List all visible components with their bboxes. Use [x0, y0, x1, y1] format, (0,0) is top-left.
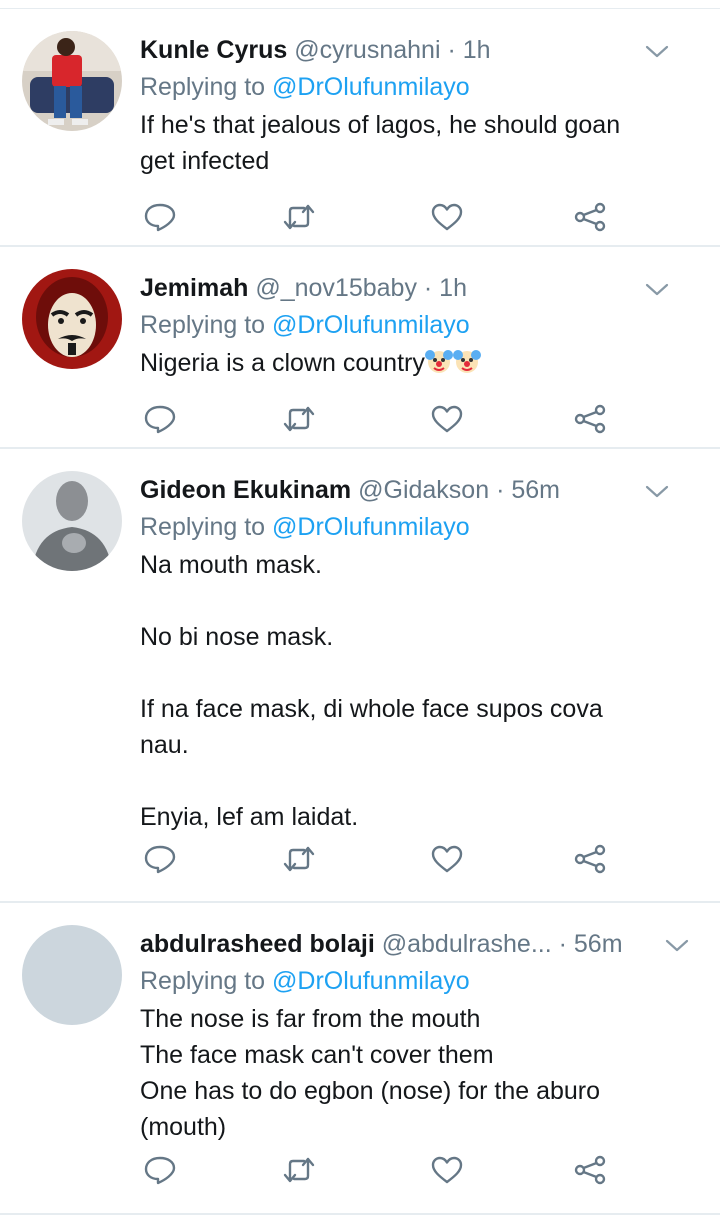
- avatar[interactable]: [22, 269, 122, 369]
- clown-face-icon: [452, 350, 481, 373]
- display-name[interactable]: abdulrasheed bolaji: [140, 930, 375, 958]
- timestamp[interactable]: · 1h: [424, 274, 467, 302]
- retweet-icon[interactable]: [282, 844, 316, 874]
- retweet-icon[interactable]: [282, 202, 316, 232]
- chevron-down-icon[interactable]: [644, 483, 670, 501]
- share-icon[interactable]: [573, 1155, 607, 1185]
- replying-to: Replying to @DrOlufunmilayo: [140, 311, 470, 339]
- chevron-down-icon[interactable]: [664, 937, 690, 955]
- tweet[interactable]: Jemimah @_nov15baby · 1h Replying to @Dr…: [0, 247, 720, 449]
- mention-link[interactable]: @DrOlufunmilayo: [272, 73, 470, 101]
- timestamp[interactable]: · 56m: [559, 930, 623, 958]
- like-icon[interactable]: [430, 844, 464, 874]
- replying-to: Replying to @DrOlufunmilayo: [140, 967, 470, 995]
- timestamp[interactable]: · 1h: [447, 36, 490, 64]
- retweet-icon[interactable]: [282, 1155, 316, 1185]
- reply-icon[interactable]: [143, 844, 177, 874]
- tweet-text: Nigeria is a clown country: [140, 345, 700, 381]
- avatar[interactable]: [22, 31, 122, 131]
- reply-icon[interactable]: [143, 202, 177, 232]
- user-handle[interactable]: @_nov15baby: [255, 274, 417, 302]
- tweet-text: Na mouth mask. No bi nose mask. If na fa…: [140, 551, 603, 831]
- tweet-actions: [140, 1155, 620, 1185]
- tweet-actions: [140, 202, 620, 232]
- replying-to: Replying to @DrOlufunmilayo: [140, 73, 470, 101]
- share-icon[interactable]: [573, 844, 607, 874]
- top-divider: [0, 0, 720, 9]
- tweet[interactable]: abdulrasheed bolaji @abdulrashe... · 56m…: [0, 903, 720, 1215]
- avatar[interactable]: [22, 471, 122, 571]
- mention-link[interactable]: @DrOlufunmilayo: [272, 311, 470, 339]
- avatar[interactable]: [22, 925, 122, 1025]
- display-name[interactable]: Jemimah: [140, 274, 248, 302]
- retweet-icon[interactable]: [282, 404, 316, 434]
- user-handle[interactable]: @Gidakson: [358, 476, 489, 504]
- replying-to: Replying to @DrOlufunmilayo: [140, 513, 470, 541]
- user-handle[interactable]: @abdulrashe...: [382, 930, 552, 958]
- like-icon[interactable]: [430, 202, 464, 232]
- reply-icon[interactable]: [143, 1155, 177, 1185]
- chevron-down-icon[interactable]: [644, 281, 670, 299]
- like-icon[interactable]: [430, 1155, 464, 1185]
- share-icon[interactable]: [573, 404, 607, 434]
- display-name[interactable]: Gideon Ekukinam: [140, 476, 351, 504]
- tweet-actions: [140, 844, 620, 874]
- tweet-text: The nose is far from the mouth The face …: [140, 1005, 601, 1141]
- share-icon[interactable]: [573, 202, 607, 232]
- mention-link[interactable]: @DrOlufunmilayo: [272, 967, 470, 995]
- tweet[interactable]: Kunle Cyrus @cyrusnahni · 1h Replying to…: [0, 9, 720, 247]
- chevron-down-icon[interactable]: [644, 43, 670, 61]
- timestamp[interactable]: · 56m: [496, 476, 560, 504]
- user-handle[interactable]: @cyrusnahni: [294, 36, 440, 64]
- reply-icon[interactable]: [143, 404, 177, 434]
- tweet[interactable]: Gideon Ekukinam @Gidakson · 56m Replying…: [0, 449, 720, 903]
- display-name[interactable]: Kunle Cyrus: [140, 36, 287, 64]
- tweet-actions: [140, 404, 620, 434]
- mention-link[interactable]: @DrOlufunmilayo: [272, 513, 470, 541]
- like-icon[interactable]: [430, 404, 464, 434]
- clown-face-icon: [424, 350, 453, 373]
- tweet-text: If he's that jealous of lagos, he should…: [140, 111, 621, 175]
